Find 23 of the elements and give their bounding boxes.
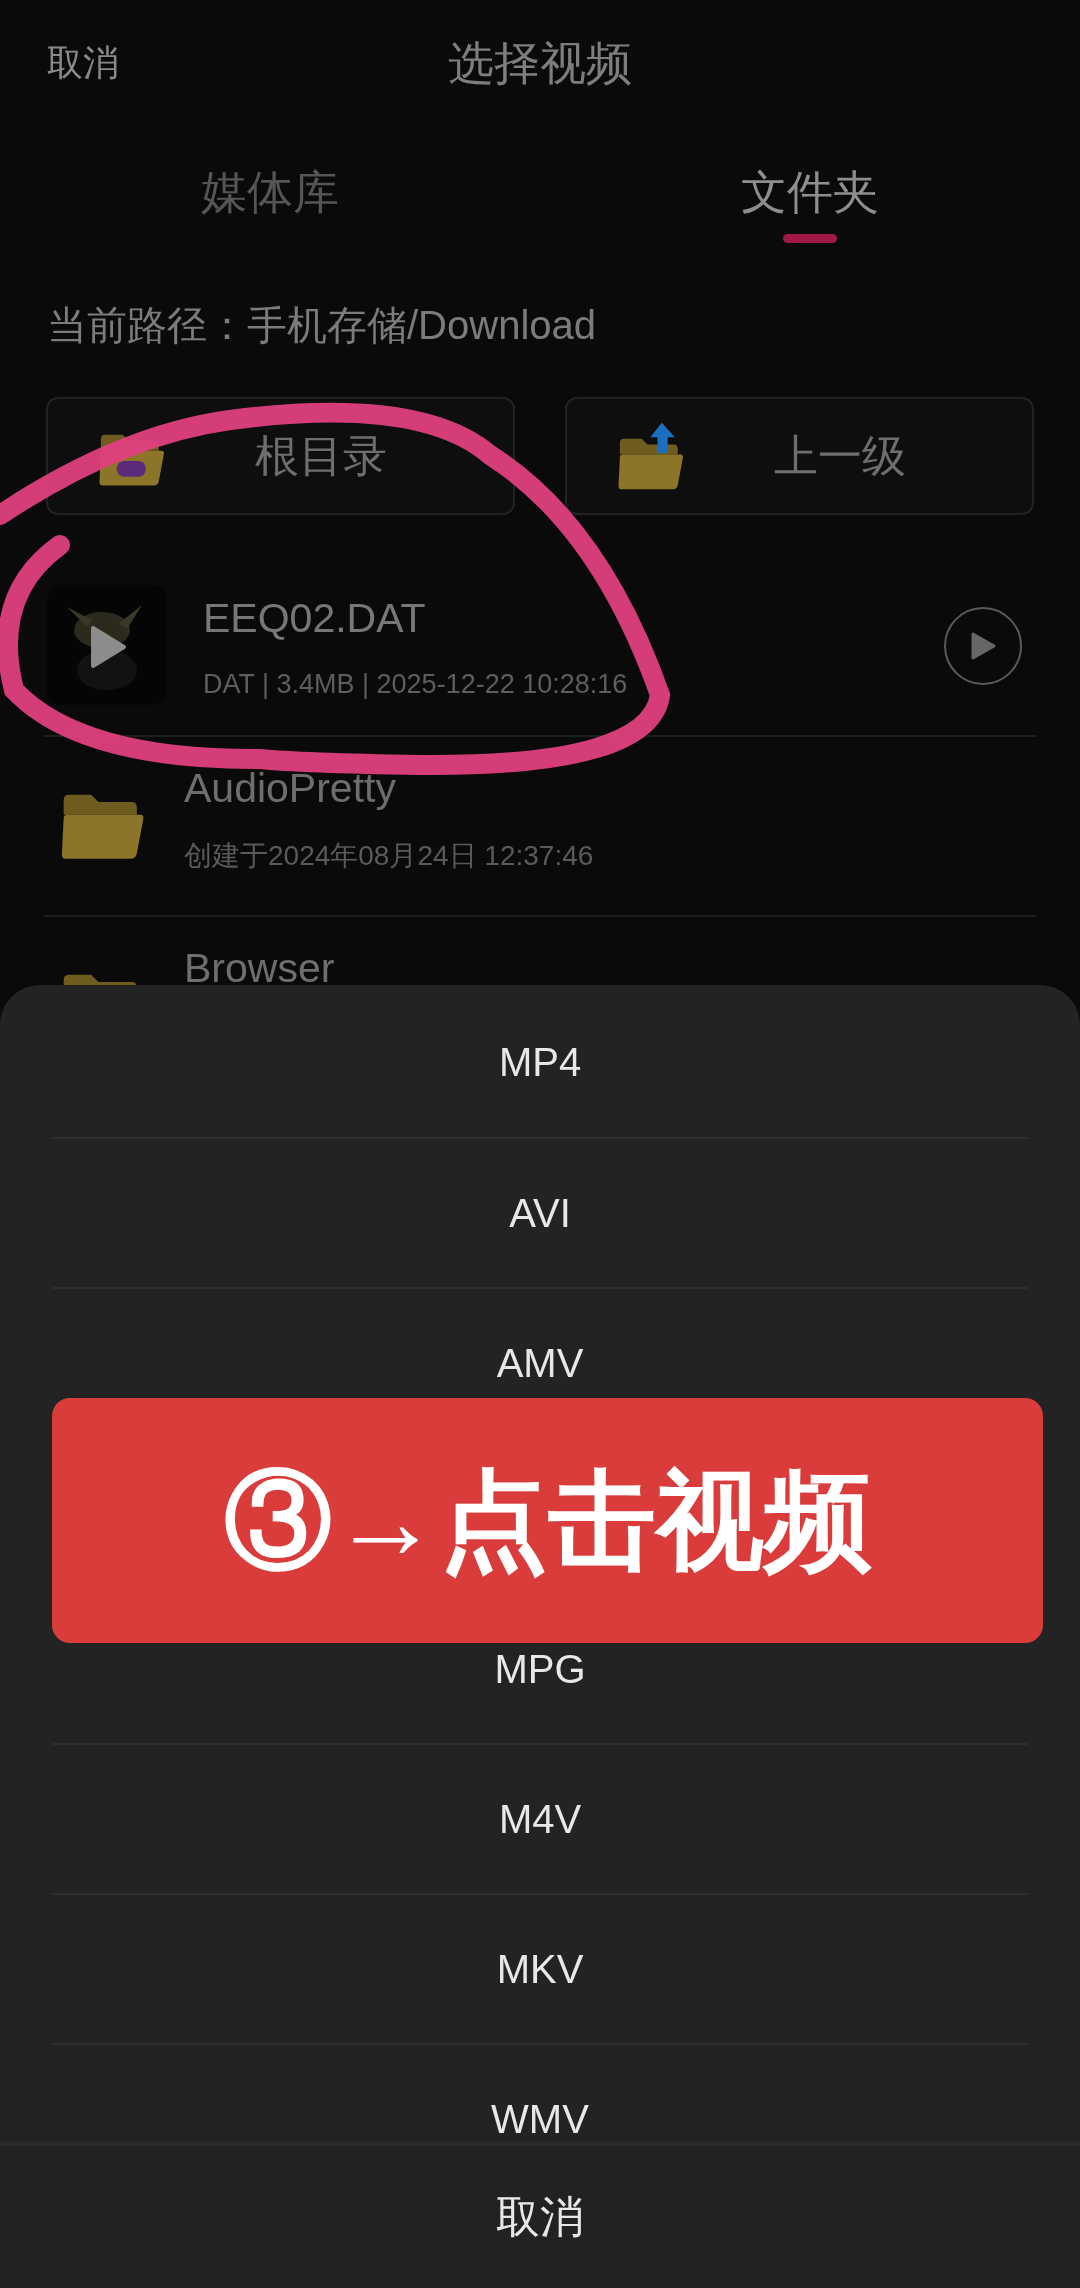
format-option[interactable]: M4V xyxy=(490,1796,590,1842)
format-option[interactable]: MPG xyxy=(486,1646,594,1692)
format-option[interactable]: MP4 xyxy=(490,1039,590,1085)
tab[interactable]: 文件夹 xyxy=(540,126,1080,262)
folder-name: Browser xyxy=(184,944,335,993)
cancel-button[interactable]: 取消 xyxy=(47,40,119,86)
folder-name: AudioPretty xyxy=(184,764,397,813)
file-name: EEQ02.DAT xyxy=(203,594,427,643)
folder-upload-icon xyxy=(617,421,685,491)
format-option[interactable]: MKV xyxy=(488,1946,592,1992)
current-path: 当前路径：手机存储/Download xyxy=(46,302,597,349)
folder-created-date: 创建于2024年08月24日 12:37:46 xyxy=(184,839,594,873)
screen-title: 选择视频 xyxy=(448,35,632,91)
format-option[interactable]: AMV xyxy=(488,1340,592,1386)
instruction-banner: ③→点击视频 xyxy=(52,1398,1043,1643)
play-icon xyxy=(89,625,127,669)
play-icon xyxy=(969,631,997,661)
cancel-button[interactable]: 取消 xyxy=(476,2184,604,2250)
format-option[interactable]: WMV xyxy=(483,2096,597,2142)
parent-folder-button[interactable]: 上一级 xyxy=(565,397,1034,515)
play-button[interactable] xyxy=(944,607,1022,685)
file-details: DAT | 3.4MB | 2025-12-22 10:28:16 xyxy=(203,668,628,701)
format-option[interactable]: AVI xyxy=(501,1190,579,1236)
